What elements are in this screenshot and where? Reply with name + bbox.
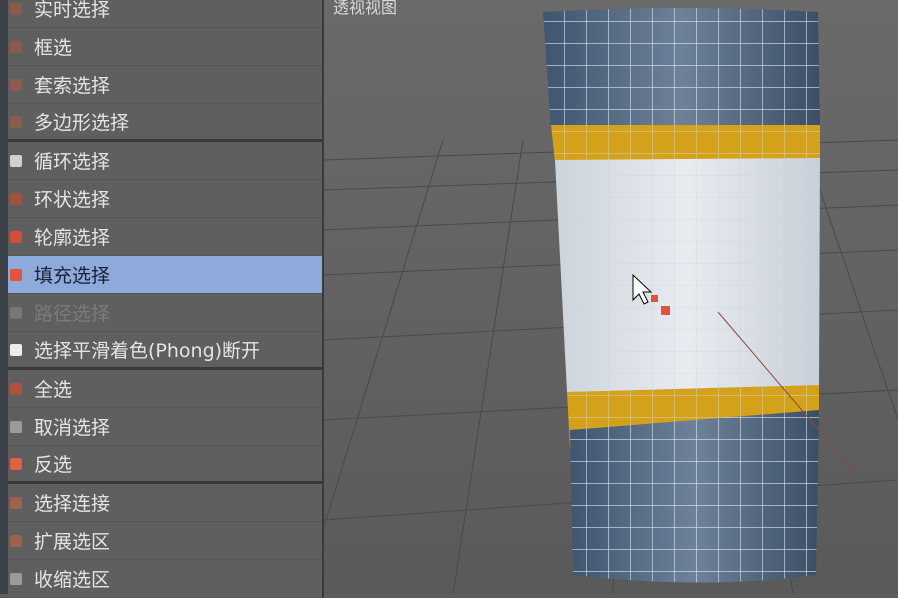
cylinder-object[interactable]: [543, 8, 853, 583]
loop-selection-icon: [10, 155, 22, 167]
menu-item[interactable]: 环状选择: [0, 180, 322, 218]
fill-selection-icon: [10, 269, 22, 281]
menu-item[interactable]: 全选: [0, 370, 322, 408]
grow-selection-icon: [10, 535, 22, 547]
menu-item[interactable]: 填充选择: [0, 256, 322, 294]
menu-item[interactable]: 循环选择: [0, 142, 322, 180]
menu-item[interactable]: 反选: [0, 446, 322, 484]
selection-menu: 实时选择框选套索选择多边形选择循环选择环状选择轮廓选择填充选择路径选择选择平滑着…: [0, 0, 324, 598]
polygon-selection-icon: [10, 116, 22, 128]
phong-break-selection-icon: [10, 344, 22, 356]
menu-item[interactable]: 选择平滑着色(Phong)断开: [0, 332, 322, 370]
menu-item[interactable]: 取消选择: [0, 408, 322, 446]
menu-item-label: 反选: [34, 450, 72, 477]
invert-selection-icon: [10, 458, 22, 470]
menu-item-label: 收缩选区: [34, 565, 110, 592]
menu-item-label: 多边形选择: [34, 108, 129, 135]
menu-item[interactable]: 扩展选区: [0, 522, 322, 560]
menu-item[interactable]: 轮廓选择: [0, 218, 322, 256]
menu-item[interactable]: 实时选择: [0, 0, 322, 28]
menu-item-label: 全选: [34, 375, 72, 402]
menu-item[interactable]: 路径选择: [0, 294, 322, 332]
select-connected-icon: [10, 497, 22, 509]
shrink-selection-icon: [10, 573, 22, 585]
menu-item-label: 轮廓选择: [34, 223, 110, 250]
menu-item-label: 套索选择: [34, 71, 110, 98]
menu-item-label: 框选: [34, 33, 72, 60]
menu-item-label: 路径选择: [34, 299, 110, 326]
menu-item[interactable]: 套索选择: [0, 66, 322, 104]
menu-item-label: 填充选择: [34, 261, 110, 288]
menu-item-label: 环状选择: [34, 185, 110, 212]
menu-item[interactable]: 收缩选区: [0, 560, 322, 598]
menu-item-label: 取消选择: [34, 413, 110, 440]
deselect-all-icon: [10, 421, 22, 433]
menu-item[interactable]: 多边形选择: [0, 104, 322, 142]
lasso-selection-icon: [10, 79, 22, 91]
select-all-icon: [10, 383, 22, 395]
left-toolbar-strip: [0, 0, 8, 594]
outline-selection-icon: [10, 231, 22, 243]
live-selection-icon: [10, 3, 22, 15]
rectangle-selection-icon: [10, 41, 22, 53]
menu-item-label: 扩展选区: [34, 527, 110, 554]
menu-item[interactable]: 选择连接: [0, 484, 322, 522]
path-selection-icon: [10, 307, 22, 319]
perspective-viewport[interactable]: [323, 0, 898, 594]
menu-item-label: 实时选择: [34, 0, 110, 22]
menu-item[interactable]: 框选: [0, 28, 322, 66]
menu-item-label: 选择连接: [34, 489, 110, 516]
ring-selection-icon: [10, 193, 22, 205]
viewport-label: 透视视图: [333, 0, 397, 18]
menu-item-label: 循环选择: [34, 147, 110, 174]
menu-item-label: 选择平滑着色(Phong)断开: [34, 336, 260, 363]
